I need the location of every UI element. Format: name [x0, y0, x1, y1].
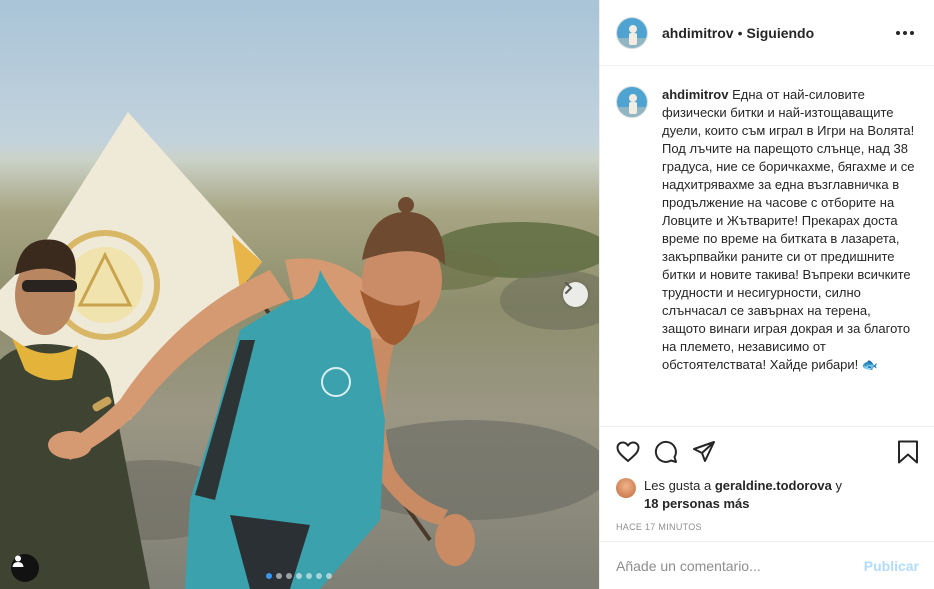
likes-text: Les gusta a geraldine.todorova y 18 pers…	[644, 477, 842, 513]
caption: ahdimitrov Една от най-силовите физическ…	[662, 86, 918, 426]
liker-username[interactable]: geraldine.todorova	[715, 478, 832, 493]
likes-others-link[interactable]: 18 personas más	[644, 496, 750, 511]
post-timestamp[interactable]: Hace 17 minutos	[616, 522, 919, 532]
likes-prefix: Les gusta a	[644, 478, 715, 493]
action-icon-row	[616, 437, 919, 467]
caption-avatar[interactable]	[616, 86, 648, 118]
more-horizontal-icon	[896, 30, 900, 35]
carousel-dot	[326, 573, 332, 579]
carousel-dot	[306, 573, 312, 579]
more-options-button[interactable]	[892, 27, 918, 39]
follow-status-button[interactable]: Siguiendo	[746, 25, 814, 41]
likes-conjunction: y	[831, 478, 842, 493]
bookmark-icon[interactable]	[897, 440, 919, 464]
comment-icon[interactable]	[654, 440, 678, 464]
next-slide-button[interactable]	[563, 282, 588, 307]
likes-summary: Les gusta a geraldine.todorova y 18 pers…	[616, 477, 919, 513]
liker-avatar[interactable]	[616, 478, 636, 498]
caption-body: Една от най-силовите физически битки и н…	[662, 87, 915, 372]
post-actions: Les gusta a geraldine.todorova y 18 pers…	[600, 426, 934, 532]
carousel-indicators	[266, 573, 332, 579]
photo-scene	[0, 112, 599, 589]
header-separator: •	[737, 24, 743, 41]
post-photo[interactable]	[0, 0, 599, 589]
post-side-panel: ahdimitrov • Siguiendo ahdimitrov Една о…	[599, 0, 934, 589]
comment-form: Publicar	[600, 541, 934, 589]
avatar[interactable]	[616, 16, 648, 49]
comment-input[interactable]	[616, 557, 856, 574]
share-paper-plane-icon[interactable]	[692, 440, 716, 464]
carousel-dot	[266, 573, 272, 579]
publish-button[interactable]: Publicar	[864, 558, 919, 574]
post-username[interactable]: ahdimitrov	[662, 25, 734, 41]
carousel-dot	[296, 573, 302, 579]
caption-area: ahdimitrov Една от най-силовите физическ…	[600, 66, 934, 426]
carousel-dot	[286, 573, 292, 579]
carousel-dot	[276, 573, 282, 579]
tagged-users-button[interactable]	[11, 554, 39, 582]
heart-icon[interactable]	[616, 441, 640, 463]
caption-username[interactable]: ahdimitrov	[662, 87, 728, 102]
post-header: ahdimitrov • Siguiendo	[600, 0, 934, 66]
carousel-dot	[316, 573, 322, 579]
